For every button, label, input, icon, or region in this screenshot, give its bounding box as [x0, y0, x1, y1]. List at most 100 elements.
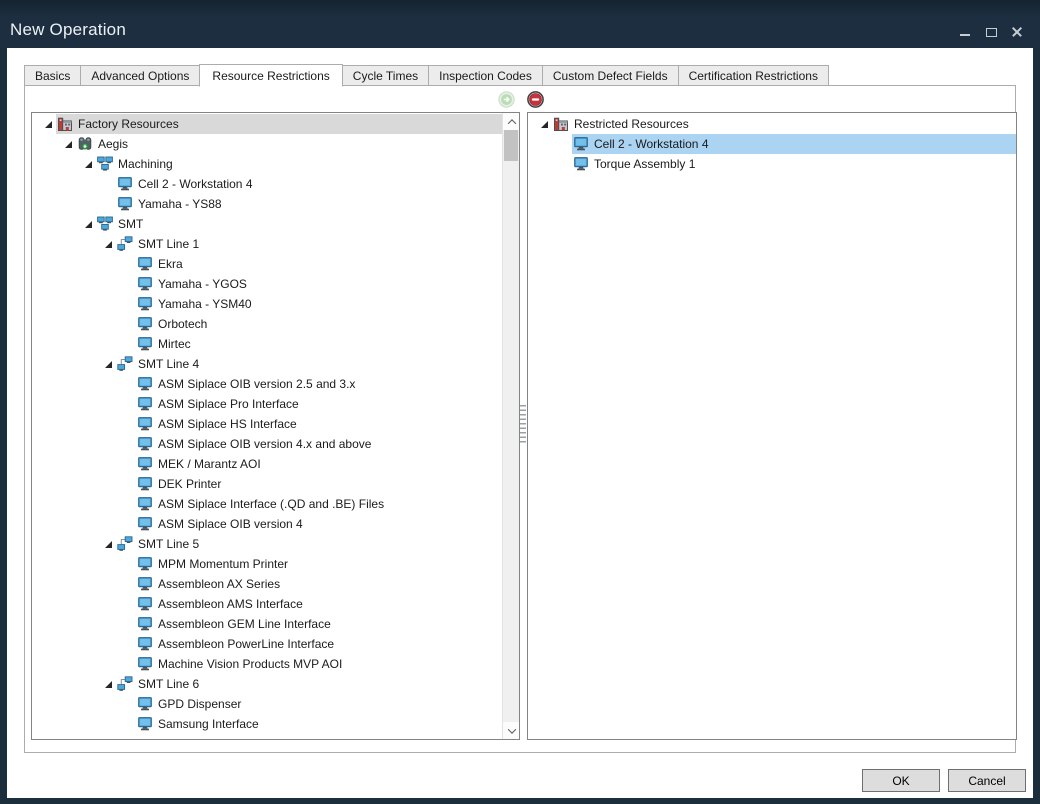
tree-item: SMT Line 1 — [32, 234, 502, 254]
tree-item-hit-area[interactable]: Yamaha - YGOS — [136, 274, 502, 294]
tree-item-hit-area[interactable]: Restricted Resources — [552, 114, 1016, 134]
tree-item-hit-area[interactable]: SMT — [96, 214, 502, 234]
tree-item: Factory Resources — [32, 114, 502, 134]
expander-expanded-icon[interactable] — [100, 236, 116, 252]
tree-item-hit-area[interactable]: ASM Siplace OIB version 4.x and above — [136, 434, 502, 454]
expander-expanded-icon[interactable] — [100, 676, 116, 692]
tree-item-label: Torque Assembly 1 — [594, 157, 701, 171]
expander-expanded-icon[interactable] — [80, 156, 96, 172]
tree-item-hit-area[interactable]: ASM Siplace OIB version 2.5 and 3.x — [136, 374, 502, 394]
expander-placeholder — [556, 136, 572, 152]
tree-item-hit-area[interactable]: Assembleon GEM Line Interface — [136, 614, 502, 634]
tree-item-label: ASM Siplace Interface (.QD and .BE) File… — [158, 497, 390, 511]
tab-certification-restrictions[interactable]: Certification Restrictions — [678, 65, 829, 86]
tree-item-hit-area[interactable]: Torque Assembly 1 — [572, 154, 1016, 174]
scroll-up-button[interactable] — [503, 113, 520, 130]
tree-item-hit-area[interactable]: Orbotech — [136, 314, 502, 334]
expander-expanded-icon[interactable] — [100, 536, 116, 552]
tree-item-hit-area[interactable]: ASM Siplace Interface (.QD and .BE) File… — [136, 494, 502, 514]
monitor-icon — [137, 576, 153, 592]
expander-placeholder — [120, 316, 136, 332]
tab-cycle-times[interactable]: Cycle Times — [342, 65, 429, 86]
expander-expanded-icon[interactable] — [40, 116, 56, 132]
tree-item-hit-area[interactable]: SMT Line 5 — [116, 534, 502, 554]
tree-item-hit-area[interactable]: Cell 2 - Workstation 4 — [116, 174, 502, 194]
tree-item: Cell 2 - Workstation 4 — [528, 134, 1016, 154]
tree-item-label: Yamaha - YGOS — [158, 277, 253, 291]
scroll-down-button[interactable] — [503, 722, 520, 739]
ok-button[interactable]: OK — [862, 769, 940, 792]
expander-placeholder — [120, 476, 136, 492]
expander-expanded-icon[interactable] — [100, 356, 116, 372]
tree-item-hit-area[interactable]: Yamaha - YSM40 — [136, 294, 502, 314]
minimize-button[interactable] — [958, 26, 972, 38]
tree-item-label: Assembleon GEM Line Interface — [158, 617, 337, 631]
expander-placeholder — [120, 456, 136, 472]
tree-item-hit-area[interactable]: SMT Line 6 — [116, 674, 502, 694]
monitor-icon — [137, 456, 153, 472]
tree-item-hit-area[interactable]: Aegis — [76, 134, 502, 154]
monitor-icon — [137, 556, 153, 572]
tree-item: Machining — [32, 154, 502, 174]
tree-item-hit-area[interactable]: GPD Dispenser — [136, 694, 502, 714]
tab-advanced-options[interactable]: Advanced Options — [80, 65, 200, 86]
tree-item-label: ASM Siplace Pro Interface — [158, 397, 305, 411]
maximize-button[interactable] — [984, 26, 998, 38]
tree-item-hit-area[interactable]: Cell 2 - Workstation 4 — [572, 134, 1016, 154]
tree-item-hit-area[interactable]: DEK Printer — [136, 474, 502, 494]
expander-expanded-icon[interactable] — [60, 136, 76, 152]
production-line-icon — [117, 356, 133, 372]
expander-placeholder — [120, 596, 136, 612]
tree-item-hit-area[interactable]: Machining — [96, 154, 502, 174]
remove-resource-button[interactable] — [527, 91, 544, 108]
tree-item-hit-area[interactable]: ASM Siplace HS Interface — [136, 414, 502, 434]
tree-item: ASM Siplace Interface (.QD and .BE) File… — [32, 494, 502, 514]
tree-item-hit-area[interactable]: ASM Siplace OIB version 4 — [136, 514, 502, 534]
tab-strip: BasicsAdvanced OptionsResource Restricti… — [24, 63, 828, 86]
tab-custom-defect-fields[interactable]: Custom Defect Fields — [542, 65, 679, 86]
tree-item-hit-area[interactable]: Machine Vision Products MVP AOI — [136, 654, 502, 674]
cancel-button[interactable]: Cancel — [948, 769, 1026, 792]
tree-item-hit-area[interactable]: SMT Line 4 — [116, 354, 502, 374]
expander-expanded-icon[interactable] — [80, 216, 96, 232]
tree-item-hit-area[interactable]: Yamaha - YS88 — [116, 194, 502, 214]
tree-item-hit-area[interactable]: MPM Momentum Printer — [136, 554, 502, 574]
tree-item: Ekra — [32, 254, 502, 274]
tree-item-label: Assembleon AX Series — [158, 577, 286, 591]
tree-item-hit-area[interactable]: SMT Line 1 — [116, 234, 502, 254]
tree-item-label: Yamaha - YSM40 — [158, 297, 258, 311]
tree-item-label: Cell 2 - Workstation 4 — [138, 177, 259, 191]
expander-placeholder — [120, 696, 136, 712]
tree-item-hit-area[interactable]: Samsung Interface — [136, 714, 502, 734]
window-controls — [958, 26, 1024, 38]
monitor-icon — [137, 696, 153, 712]
tree-item-hit-area[interactable]: Factory Resources — [56, 114, 502, 134]
tree-item-hit-area[interactable]: Ekra — [136, 254, 502, 274]
tree-item-label: SMT Line 5 — [138, 537, 205, 551]
dialog-client-area: BasicsAdvanced OptionsResource Restricti… — [7, 48, 1033, 798]
monitor-icon — [137, 516, 153, 532]
tree-item-hit-area[interactable]: Assembleon AMS Interface — [136, 594, 502, 614]
tree-item-hit-area[interactable]: ASM Siplace Pro Interface — [136, 394, 502, 414]
tab-inspection-codes[interactable]: Inspection Codes — [428, 65, 543, 86]
vertical-scrollbar[interactable] — [502, 113, 519, 739]
expander-placeholder — [120, 436, 136, 452]
factory-resources-tree: Factory ResourcesAegisMachining Cell 2 - … — [32, 113, 502, 739]
expander-placeholder — [120, 576, 136, 592]
tree-item-hit-area[interactable]: Assembleon AX Series — [136, 574, 502, 594]
scrollbar-thumb[interactable] — [504, 130, 518, 161]
chevron-up-icon — [507, 119, 515, 127]
tab-resource-restrictions[interactable]: Resource Restrictions — [199, 64, 342, 87]
close-button[interactable] — [1010, 26, 1024, 38]
tab-basics[interactable]: Basics — [24, 65, 81, 86]
expander-expanded-icon[interactable] — [536, 116, 552, 132]
add-resource-button[interactable] — [498, 91, 515, 108]
tree-item: Samsung Interface — [32, 714, 502, 734]
expander-placeholder — [120, 636, 136, 652]
tree-item-hit-area[interactable]: MEK / Marantz AOI — [136, 454, 502, 474]
tree-item-hit-area[interactable]: Mirtec — [136, 334, 502, 354]
monitor-icon — [137, 616, 153, 632]
minimize-icon — [960, 34, 970, 36]
splitter-grip[interactable] — [520, 405, 526, 445]
tree-item-hit-area[interactable]: Assembleon PowerLine Interface — [136, 634, 502, 654]
